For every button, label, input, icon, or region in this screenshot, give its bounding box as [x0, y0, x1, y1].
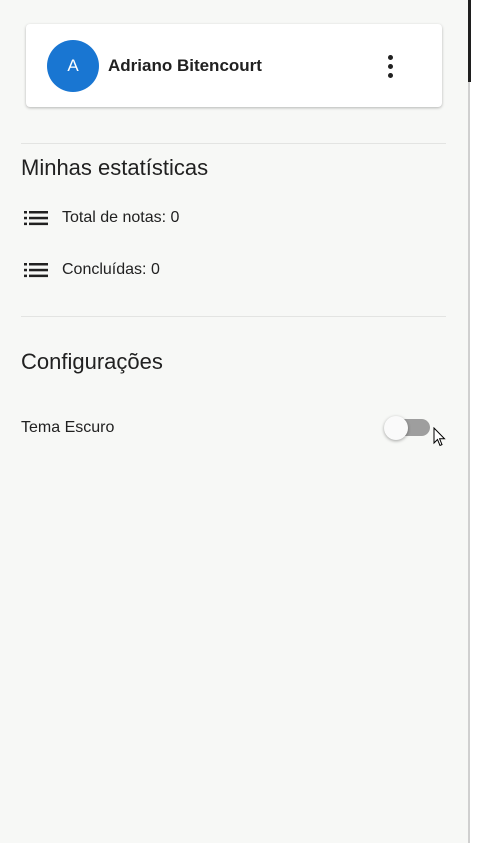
user-name: Adriano Bitencourt: [108, 56, 262, 75]
toggle-thumb: [384, 416, 408, 440]
dark-theme-toggle[interactable]: [382, 416, 432, 440]
more-vert-icon[interactable]: [382, 52, 398, 80]
stats-section-title: Minhas estatísticas: [21, 155, 209, 180]
stat-label: Total de notas: 0: [62, 209, 180, 226]
divider: [21, 316, 446, 317]
divider: [21, 143, 446, 144]
stat-total-notes: Total de notas: 0: [24, 206, 179, 230]
navigation-drawer: A Adriano Bitencourt Minhas estatísticas…: [0, 0, 468, 843]
scrim[interactable]: [470, 0, 502, 843]
dark-theme-label: Tema Escuro: [21, 419, 115, 436]
list-icon: [24, 262, 48, 278]
stat-label: Concluídas: 0: [62, 261, 160, 278]
avatar-initial: A: [67, 56, 79, 75]
app-bar-edge: [468, 0, 471, 82]
profile-card: A Adriano Bitencourt: [26, 24, 442, 107]
stat-completed: Concluídas: 0: [24, 258, 160, 282]
list-icon: [24, 210, 48, 226]
avatar: A: [47, 40, 99, 92]
settings-section-title: Configurações: [21, 349, 163, 374]
mouse-pointer-icon: [433, 427, 446, 447]
